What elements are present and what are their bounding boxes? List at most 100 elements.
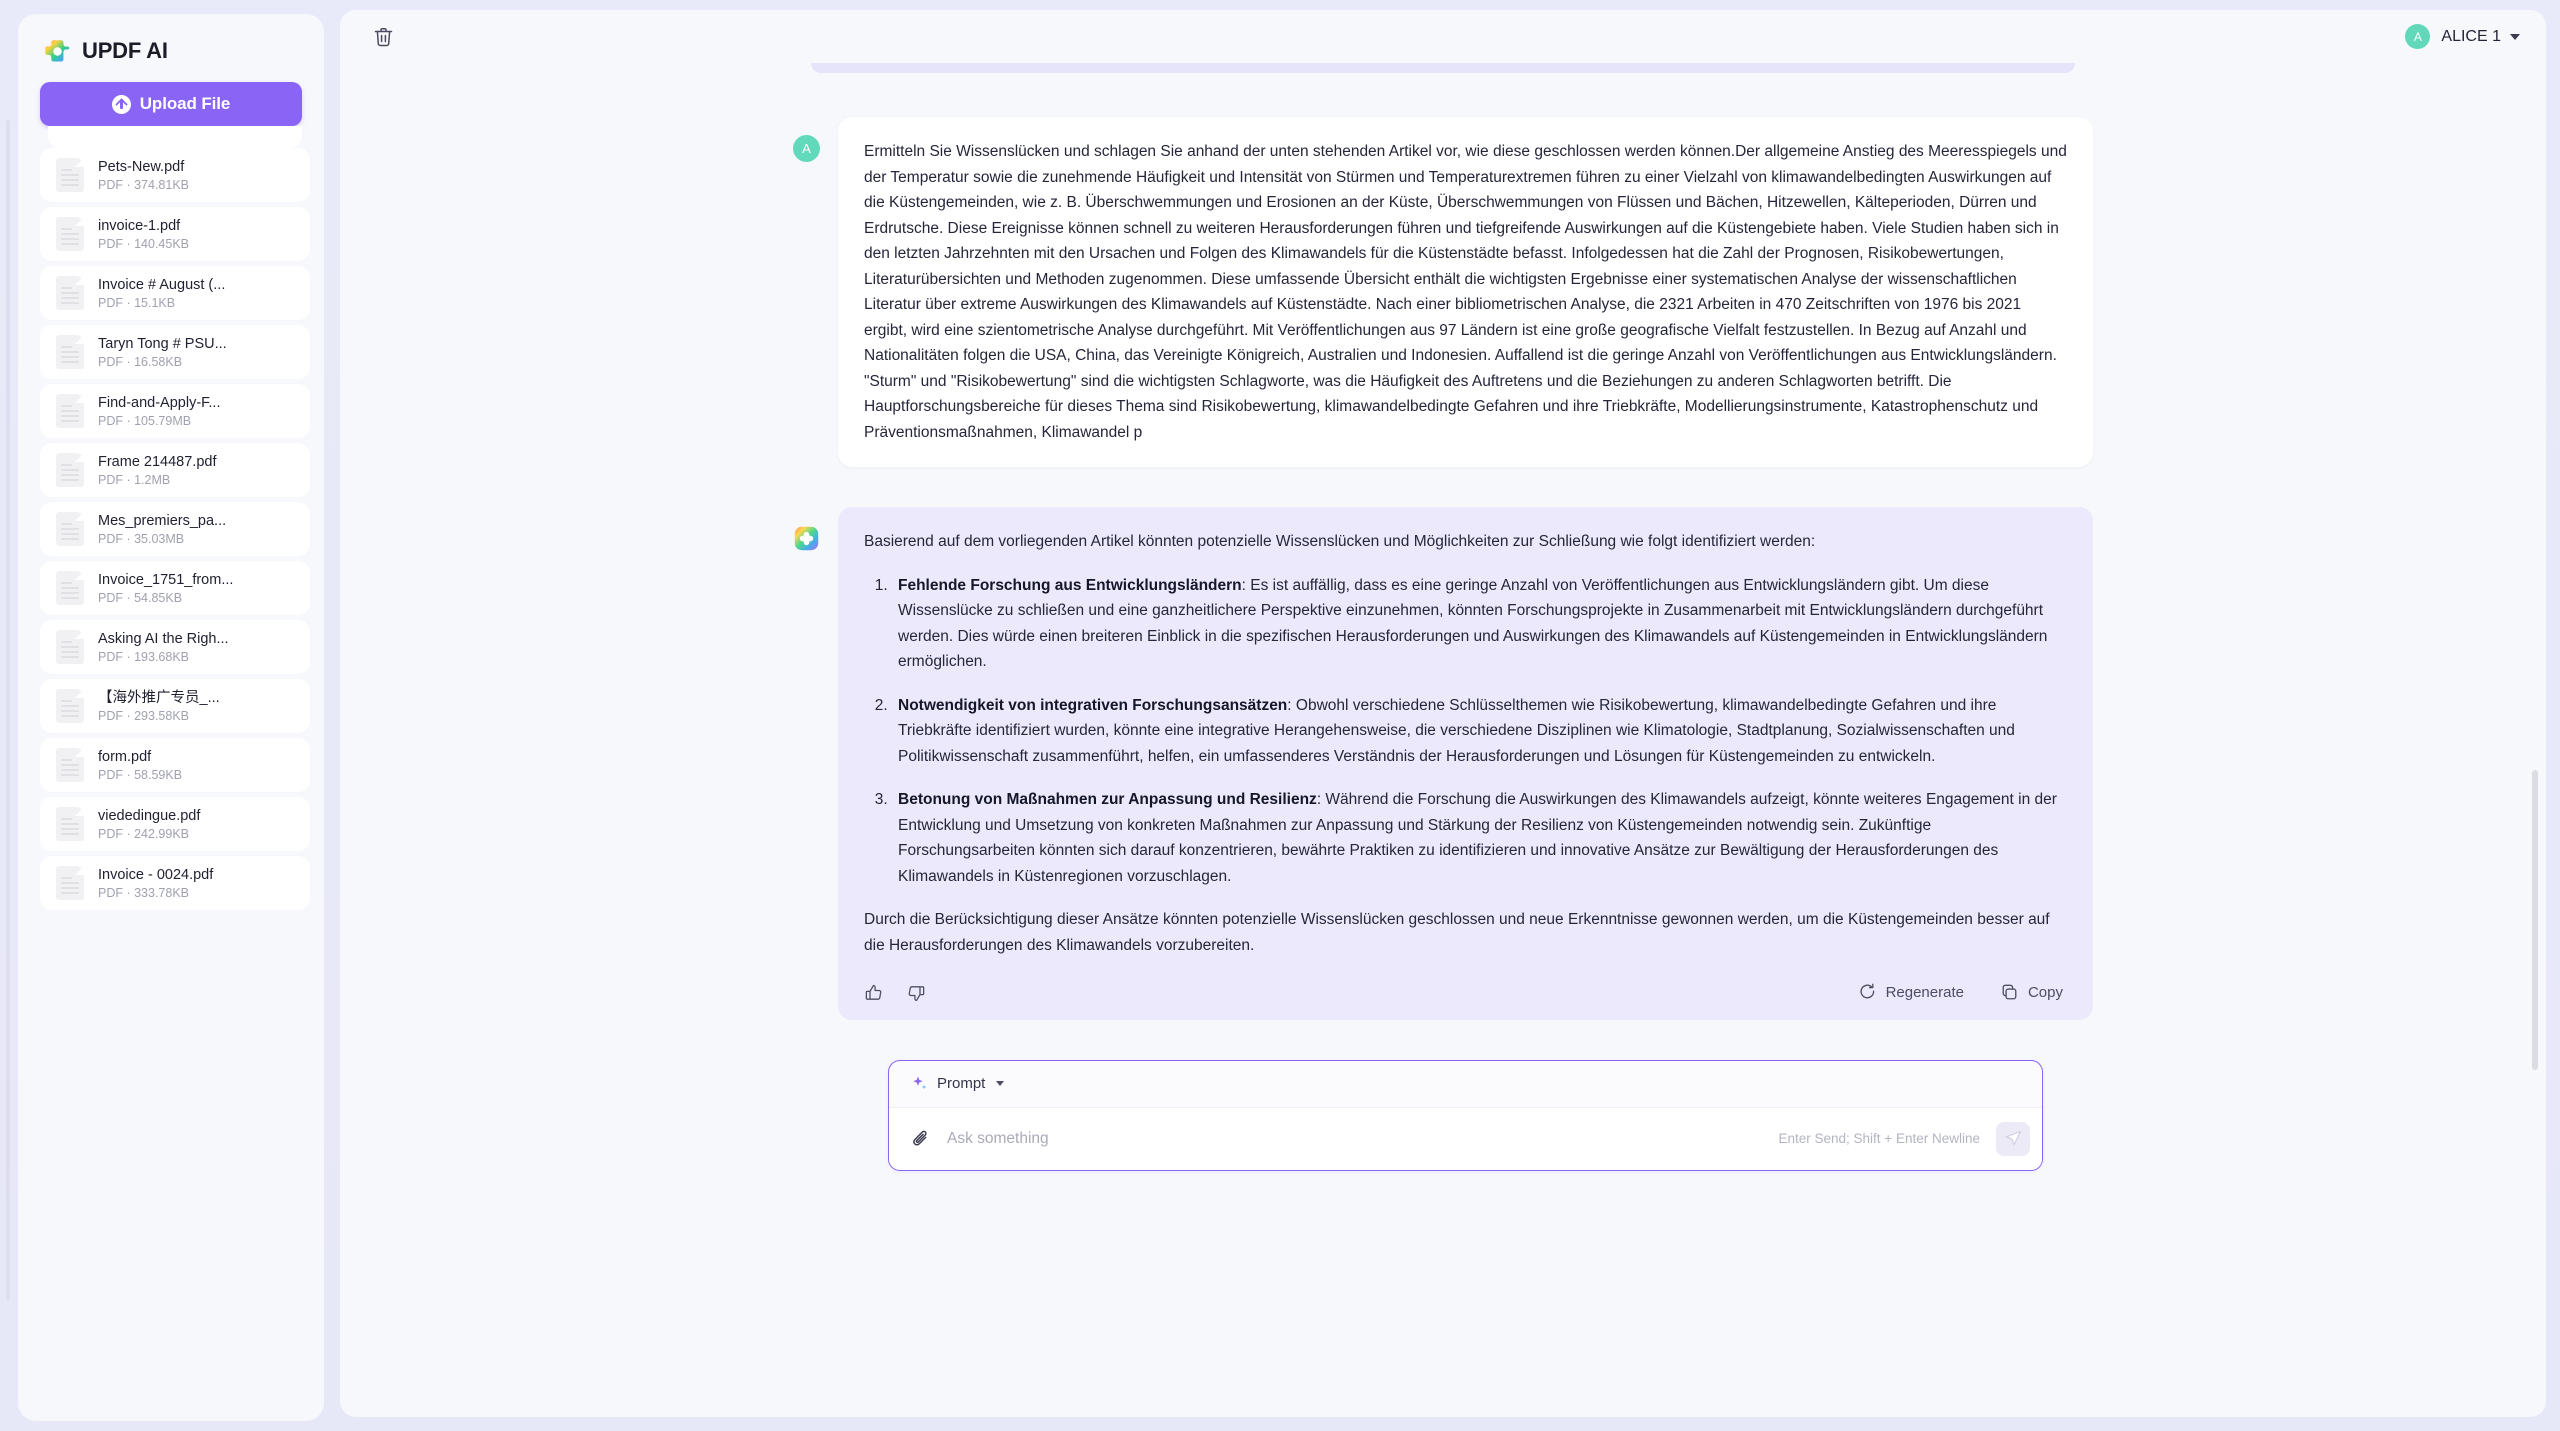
file-list-item[interactable]: form.pdf PDF · 58.59KB [40,738,310,792]
ai-conclusion-text: Durch die Berücksichtigung dieser Ansätz… [864,911,2050,954]
file-list-item[interactable]: Invoice - 0024.pdf PDF · 333.78KB [40,856,310,910]
updf-ai-icon [794,526,819,551]
pdf-file-icon [56,512,84,546]
send-button[interactable] [1996,1121,2030,1156]
brand-title: UPDF AI [82,38,168,63]
send-icon [2005,1130,2021,1146]
file-name: 【海外推广专员_... [98,689,220,706]
ai-message-bubble: Basierend auf dem vorliegenden Artikel k… [838,507,2093,1020]
file-name: invoice-1.pdf [98,217,181,234]
file-list-item[interactable]: Frame 214487.pdf PDF · 1.2MB [40,443,310,497]
file-list-item[interactable]: invoice-1.pdf PDF · 140.45KB [40,207,310,261]
ai-answer-title: Betonung von Maßnahmen zur Anpassung und… [898,791,1317,808]
file-name: viededingue.pdf [98,807,201,824]
file-list-item[interactable]: Invoice_1751_from... PDF · 54.85KB [40,561,310,615]
chat-scroll-area[interactable]: A Ermitteln Sie Wissenslücken und schlag… [340,63,2546,1417]
prompt-label: Prompt [937,1075,986,1092]
ai-intro-text: Basierend auf dem vorliegenden Artikel k… [864,533,1816,550]
file-list-item[interactable]: Invoice # August (... PDF · 15.1KB [40,266,310,320]
file-list-item[interactable]: Asking AI the Righ... PDF · 193.68KB [40,620,310,674]
ai-answer-title: Fehlende Forschung aus Entwicklungslände… [898,576,1242,594]
user-message-text: Ermitteln Sie Wissenslücken und schlagen… [864,143,2067,441]
composer-wrap: Prompt Enter Send; Shift + Enter Newline [843,1059,2043,1171]
pdf-file-icon [56,335,84,369]
user-avatar: A [793,135,820,162]
regenerate-icon [1859,983,1874,999]
ai-answer-item: Betonung von Maßnahmen zur Anpassung und… [892,787,2067,889]
file-name: Invoice_1751_from... [98,571,234,588]
file-name: Pets-New.pdf [98,158,185,175]
input-hint: Enter Send; Shift + Enter Newline [1778,1131,1981,1146]
ai-answer-list: Fehlende Forschung aus Entwicklungslände… [864,573,2067,890]
ai-avatar [793,525,820,552]
ai-message-row: Basierend auf dem vorliegenden Artikel k… [793,507,2093,1020]
file-list-item[interactable]: Taryn Tong # PSU... PDF · 16.58KB [40,325,310,379]
ai-answer-item: Fehlende Forschung aus Entwicklungslände… [892,573,2067,675]
file-meta: PDF · 35.03MB [98,531,185,546]
file-name: Frame 214487.pdf [98,453,217,470]
pdf-file-icon [56,630,84,664]
copy-label: Copy [2027,984,2063,1001]
user-menu[interactable]: A ALICE 1 [2405,24,2520,49]
file-name: form.pdf [98,748,152,765]
pdf-file-icon [56,217,84,251]
top-bar: A ALICE 1 [340,10,2546,63]
composer-input-row: Enter Send; Shift + Enter Newline [889,1107,2042,1170]
pdf-file-icon [56,807,84,841]
copy-button[interactable]: Copy [2000,980,2063,1006]
file-list-item[interactable]: Mes_premiers_pa... PDF · 35.03MB [40,502,310,556]
file-name: Invoice # August (... [98,276,226,293]
file-name: Find-and-Apply-F... [98,394,221,411]
copy-icon [2002,984,2017,1000]
file-list-item[interactable]: Pets-New.pdf PDF · 374.81KB [40,148,310,202]
file-list-item[interactable]: Find-and-Apply-F... PDF · 105.79MB [40,384,310,438]
file-meta: PDF · 242.99KB [98,826,190,841]
previous-message-peek [811,63,2075,73]
file-meta: PDF · 374.81KB [98,177,190,192]
pdf-file-icon [56,158,84,192]
file-list[interactable]: Pets-New.pdf PDF · 374.81KB invoice-1.pdf P… [18,126,324,1421]
thumbs-up-icon [865,984,882,1000]
ask-input[interactable] [947,1129,1763,1148]
delete-chat-button[interactable] [368,22,398,52]
regenerate-button[interactable]: Regenerate [1858,980,1964,1006]
file-list-item[interactable]: 【海外推广专员_... PDF · 293.58KB [40,679,310,733]
pdf-file-icon [56,394,84,428]
file-meta: PDF · 105.79MB [98,413,192,428]
ai-answer-item: Notwendigkeit von integrativen Forschung… [892,693,2067,770]
prompt-selector[interactable]: Prompt [889,1061,2042,1108]
user-message-row: A Ermitteln Sie Wissenslücken und schlag… [793,117,2093,467]
thumbs-down-icon [908,985,925,1001]
main-scrollbar[interactable] [2532,770,2538,1070]
file-name: Taryn Tong # PSU... [98,335,227,352]
thumbs-down-button[interactable] [906,983,926,1003]
user-name: ALICE 1 [2441,27,2501,45]
pdf-file-icon [56,689,84,723]
file-meta: PDF · 193.68KB [98,649,190,664]
file-meta: PDF · 293.58KB [98,708,190,723]
sidebar-scrollbar[interactable] [6,120,10,1300]
file-meta: PDF · 54.85KB [98,590,183,605]
trash-icon [374,27,392,46]
file-list-item[interactable]: viededingue.pdf PDF · 242.99KB [40,797,310,851]
sidebar: UPDF AI Upload File Pets-New.pdf PDF · 37… [0,0,340,1431]
file-meta: PDF · 1.2MB [98,472,171,487]
chevron-down-icon [2510,33,2520,40]
attachment-icon[interactable] [911,1128,931,1150]
updf-logo-icon [45,39,70,62]
upload-icon [111,94,131,114]
file-meta: PDF · 15.1KB [98,295,176,310]
app-root: UPDF AI Upload File Pets-New.pdf PDF · 37… [0,0,2560,1431]
chevron-down-icon [996,1081,1005,1086]
pdf-file-icon [56,453,84,487]
pdf-file-icon [56,866,84,900]
upload-file-button[interactable]: Upload File [40,82,302,126]
regenerate-label: Regenerate [1885,984,1964,1001]
user-message-bubble: Ermitteln Sie Wissenslücken und schlagen… [838,117,2093,467]
main-card: A ALICE 1 A Ermitteln Sie Wissenslücken … [340,10,2546,1417]
thumbs-up-button[interactable] [864,983,884,1003]
sidebar-card: UPDF AI Upload File Pets-New.pdf PDF · 37… [18,14,324,1421]
pdf-file-icon [56,748,84,782]
brand: UPDF AI [18,14,324,68]
sparkle-icon [913,1076,927,1090]
